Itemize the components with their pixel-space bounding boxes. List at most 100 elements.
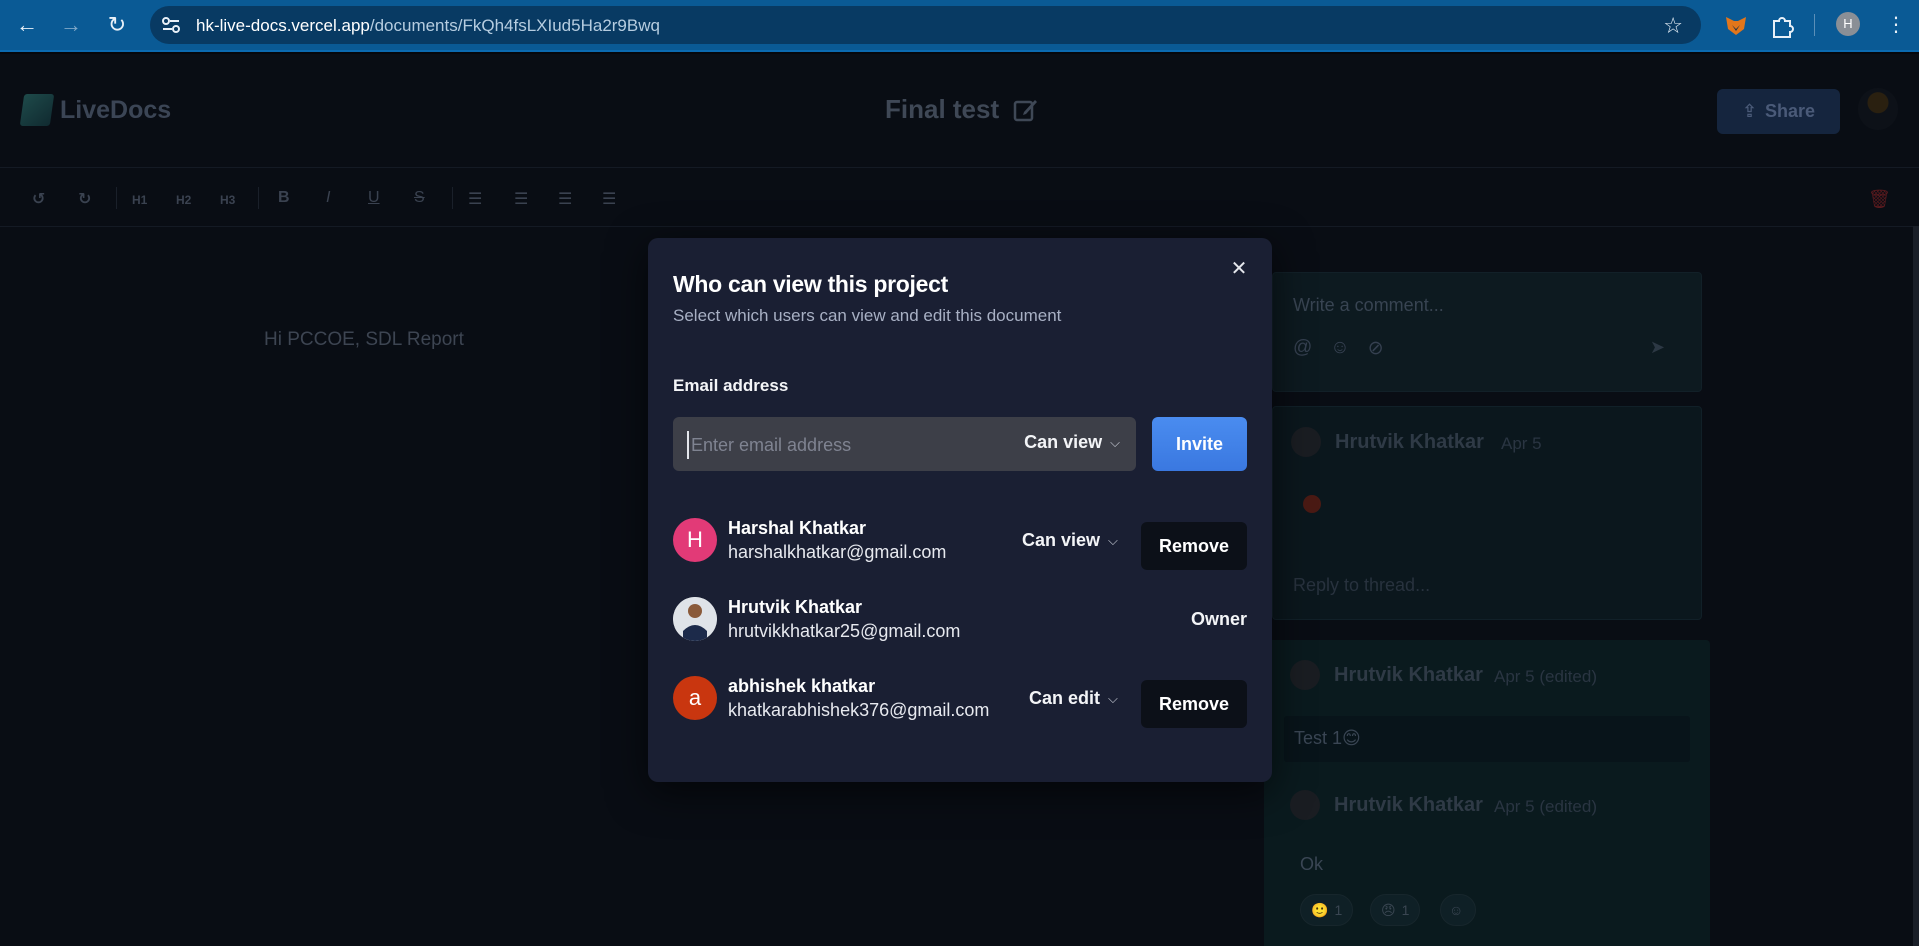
reaction-count: 1	[1401, 902, 1410, 918]
toolbar-divider	[1814, 14, 1815, 36]
metamask-extension-icon[interactable]	[1722, 11, 1750, 39]
close-icon[interactable]: ✕	[1228, 258, 1250, 280]
collaborator-row: H Harshal Khatkar harshalkhatkar@gmail.c…	[673, 508, 1247, 570]
comment-input[interactable]: Write a comment...	[1293, 295, 1444, 316]
attachment-icon[interactable]: ⊘	[1368, 337, 1384, 360]
page-scrollbar[interactable]	[1913, 226, 1919, 946]
url-text: hk-live-docs.vercel.app/documents/FkQh4f…	[196, 16, 660, 36]
delete-document-icon[interactable]: 🗑	[1868, 189, 1891, 210]
browser-toolbar: ← → ↻ hk-live-docs.vercel.app/documents/…	[0, 0, 1919, 52]
undo-icon[interactable]: ↺	[32, 189, 45, 209]
bookmark-star-icon[interactable]: ☆	[1663, 13, 1683, 39]
chevron-down-icon: ⌵	[1108, 690, 1118, 706]
share-dialog: ✕ Who can view this project Select which…	[648, 238, 1272, 782]
align-left-icon[interactable]: ☰	[468, 189, 482, 209]
user-avatar[interactable]	[1858, 88, 1898, 130]
reaction-pill[interactable]: 😠 1	[1370, 894, 1421, 926]
share-button[interactable]: ⇪ Share	[1717, 89, 1840, 134]
mention-icon[interactable]: @	[1293, 337, 1312, 360]
comment-body: Test 1😊	[1284, 716, 1690, 762]
avatar: a	[673, 676, 717, 720]
align-center-icon[interactable]: ☰	[514, 189, 528, 209]
collaborator-permission-select[interactable]: Can edit ⌵	[1029, 688, 1118, 709]
comment-date: Apr 5 (edited)	[1494, 797, 1597, 816]
email-input[interactable]	[687, 431, 987, 459]
toolbar-divider	[116, 187, 117, 209]
collaborator-row: Hrutvik Khatkar hrutvikkhatkar25@gmail.c…	[673, 587, 1247, 647]
heading2-button[interactable]: H2	[176, 193, 191, 207]
forward-button[interactable]: →	[58, 12, 84, 38]
logo-mark-icon	[19, 94, 55, 126]
reply-input[interactable]: Reply to thread...	[1293, 575, 1430, 596]
commenter-avatar	[1290, 790, 1320, 820]
email-label: Email address	[673, 376, 789, 395]
permission-select-value: Can view	[1024, 432, 1103, 452]
url-path: /documents/FkQh4fsLXIud5Ha2r9Bwq	[369, 16, 660, 35]
collaborator-name: Harshal Khatkar	[728, 518, 867, 538]
permission-value: Can view	[1022, 530, 1101, 550]
underline-button[interactable]: U	[368, 189, 380, 207]
add-reaction-icon[interactable]: ☺	[1440, 894, 1476, 926]
site-settings-icon[interactable]	[161, 16, 181, 34]
avatar	[673, 597, 717, 641]
comment-date: Apr 5	[1501, 434, 1542, 453]
editor-toolbar: ↺ ↻ H1 H2 H3 B I U S ☰ ☰ ☰ ☰ 🗑	[0, 169, 1919, 227]
comment-thread: Hrutvik Khatkar Apr 5 (edited) Test 1😊 H…	[1264, 640, 1710, 946]
app-header: LiveDocs Final test ⇪ Share	[0, 54, 1919, 168]
align-justify-icon[interactable]: ☰	[602, 189, 616, 209]
share-label: Share	[1765, 101, 1816, 121]
remove-button[interactable]: Remove	[1141, 680, 1247, 728]
chevron-down-icon: ⌵	[1108, 532, 1118, 548]
comment-author: Hrutvik Khatkar	[1334, 794, 1483, 816]
browser-menu-icon[interactable]: ⋮	[1886, 12, 1906, 37]
browser-profile-avatar[interactable]: H	[1836, 12, 1860, 36]
emoji-icon[interactable]: ☺	[1330, 337, 1349, 360]
bold-button[interactable]: B	[278, 189, 290, 207]
comment-composer[interactable]: Write a comment... @ ☺ ⊘ ➤	[1272, 272, 1702, 392]
redo-icon[interactable]: ↻	[78, 189, 91, 209]
extensions-puzzle-icon[interactable]	[1768, 11, 1796, 39]
toolbar-divider	[258, 187, 259, 209]
collaborator-email: hrutvikkhatkar25@gmail.com	[728, 621, 961, 641]
comment-author: Hrutvik Khatkar	[1334, 664, 1483, 686]
avatar: H	[673, 518, 717, 562]
back-button[interactable]: ←	[14, 12, 40, 38]
reload-button[interactable]: ↻	[104, 12, 130, 38]
comment-thread: Hrutvik Khatkar Apr 5 Reply to thread...	[1272, 406, 1702, 620]
document-title: Final test	[885, 94, 1039, 125]
document-title-text: Final test	[885, 94, 1000, 124]
composer-actions: @ ☺ ⊘	[1293, 337, 1384, 360]
url-host: hk-live-docs.vercel.app	[196, 16, 370, 35]
reaction-emoji-icon: 🙂	[1311, 901, 1329, 918]
livedocs-logo[interactable]: LiveDocs	[19, 94, 172, 126]
collaborator-email: khatkarabhishek376@gmail.com	[728, 700, 990, 720]
permission-select[interactable]: Can view ⌵	[1024, 432, 1120, 453]
italic-button[interactable]: I	[326, 189, 330, 207]
strikethrough-button[interactable]: S	[414, 189, 425, 207]
reaction-pill[interactable]: 🙂 1	[1300, 894, 1354, 926]
collaborator-name: Hrutvik Khatkar	[728, 597, 863, 617]
collaborator-row: a abhishek khatkar khatkarabhishek376@gm…	[673, 666, 1247, 728]
commenter-avatar	[1290, 660, 1320, 690]
toolbar-divider	[452, 187, 453, 209]
email-input-group: Can view ⌵	[673, 417, 1136, 471]
dialog-subtitle: Select which users can view and edit thi…	[673, 306, 1062, 325]
comment-emoji	[1303, 495, 1321, 513]
send-icon[interactable]: ➤	[1650, 337, 1665, 358]
edit-title-icon[interactable]	[1013, 97, 1039, 123]
invite-button[interactable]: Invite	[1152, 417, 1247, 471]
address-bar[interactable]: hk-live-docs.vercel.app/documents/FkQh4f…	[150, 6, 1701, 44]
logo-text: LiveDocs	[60, 95, 172, 124]
owner-badge: Owner	[1190, 609, 1247, 629]
reaction-emoji-icon: 😠	[1381, 901, 1396, 918]
heading1-button[interactable]: H1	[132, 193, 147, 207]
heading3-button[interactable]: H3	[220, 193, 235, 207]
share-icon: ⇪	[1741, 101, 1758, 121]
remove-button[interactable]: Remove	[1141, 522, 1247, 570]
reaction-count: 1	[1334, 902, 1343, 918]
align-right-icon[interactable]: ☰	[558, 189, 572, 209]
dialog-title: Who can view this project	[673, 271, 948, 297]
comment-author: Hrutvik Khatkar	[1335, 431, 1484, 453]
collaborator-permission-select[interactable]: Can view ⌵	[1022, 530, 1118, 551]
editor-content[interactable]: Hi PCCOE, SDL Report	[264, 329, 464, 351]
